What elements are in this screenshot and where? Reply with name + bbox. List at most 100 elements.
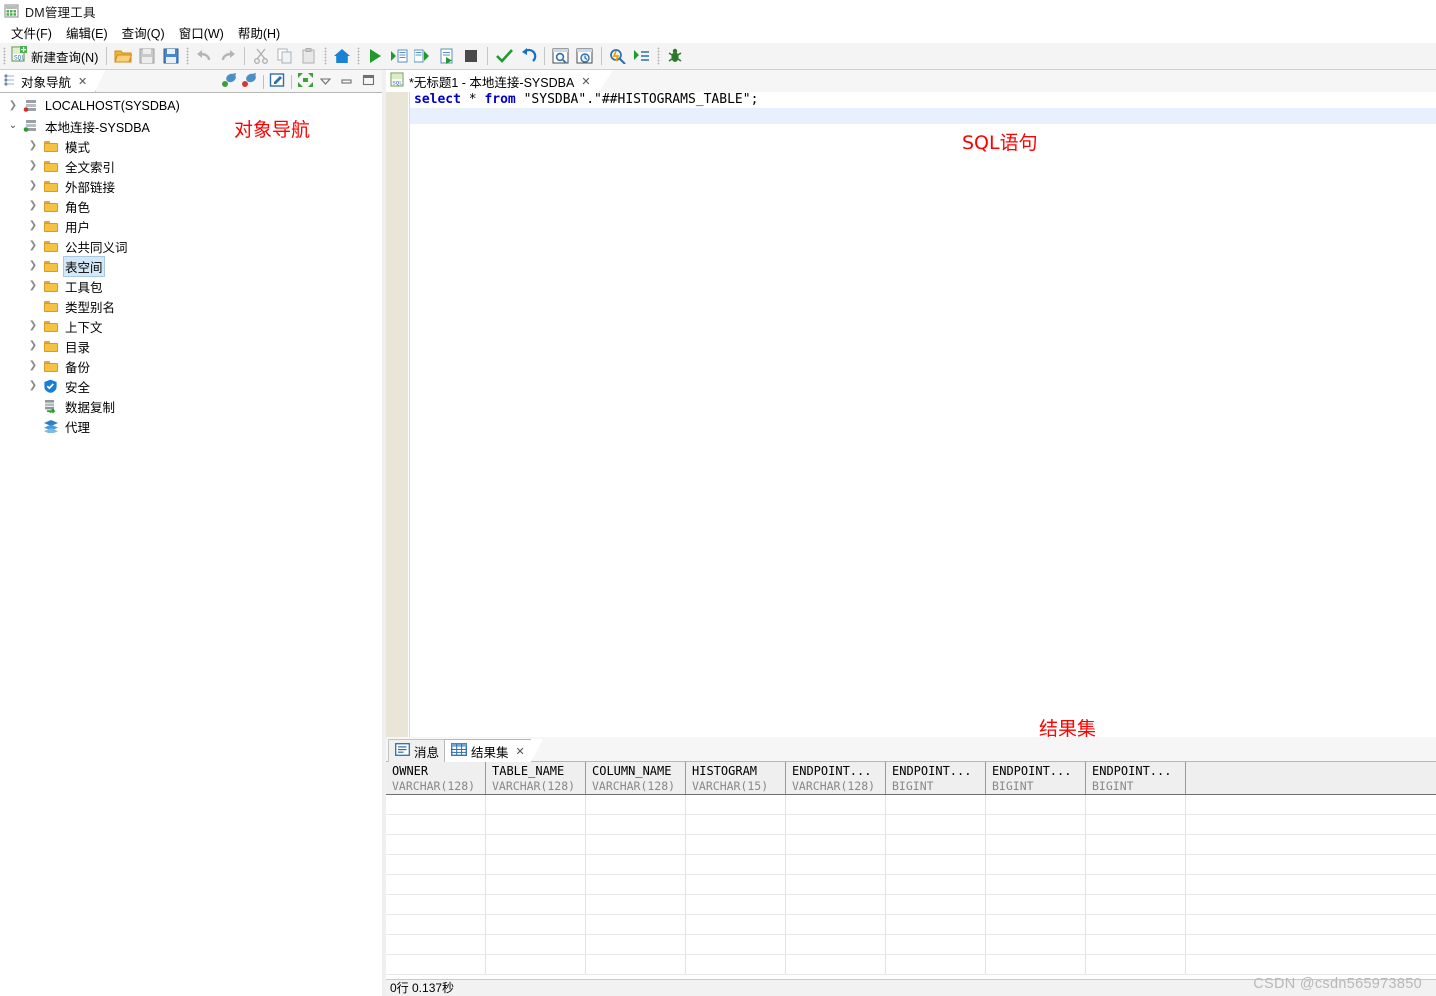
sql-editor[interactable]: select * from "SYSDBA"."##HISTOGRAMS_TAB…: [386, 92, 1436, 822]
table-cell[interactable]: [386, 915, 486, 934]
table-cell[interactable]: [586, 895, 686, 914]
table-cell[interactable]: [986, 855, 1086, 874]
table-cell[interactable]: [386, 955, 486, 974]
tree-node-users[interactable]: ❯ 用户: [0, 216, 382, 236]
debug-icon[interactable]: [663, 45, 687, 68]
table-cell[interactable]: [386, 795, 486, 814]
chevron-right-icon[interactable]: ❯: [24, 181, 42, 191]
table-cell[interactable]: [1086, 915, 1186, 934]
table-cell[interactable]: [486, 815, 586, 834]
table-cell[interactable]: [1086, 935, 1186, 954]
table-row[interactable]: [386, 815, 1436, 835]
editor-line-1[interactable]: select * from "SYSDBA"."##HISTOGRAMS_TAB…: [410, 92, 1436, 108]
table-cell[interactable]: [486, 895, 586, 914]
execute-script-icon[interactable]: [411, 45, 435, 68]
table-row[interactable]: [386, 955, 1436, 975]
table-cell[interactable]: [686, 895, 786, 914]
table-cell[interactable]: [586, 935, 686, 954]
table-cell[interactable]: [486, 955, 586, 974]
editor-line-2-current[interactable]: [410, 108, 1436, 124]
tree-node-agent[interactable]: 代理: [0, 416, 382, 436]
close-icon[interactable]: ✕: [78, 75, 87, 88]
tab-object-navigator[interactable]: 对象导航 ✕: [0, 70, 106, 92]
table-row[interactable]: [386, 915, 1436, 935]
table-cell[interactable]: [386, 855, 486, 874]
table-cell[interactable]: [686, 935, 786, 954]
tab-result-set[interactable]: 结果集 ✕: [444, 739, 543, 762]
column-header-endpoint-2[interactable]: ENDPOINT... BIGINT: [886, 762, 986, 794]
execute-step-icon[interactable]: [387, 45, 411, 68]
result-grid-body[interactable]: [386, 795, 1436, 975]
column-header-histogram[interactable]: HISTOGRAM VARCHAR(15): [686, 762, 786, 794]
table-cell[interactable]: [486, 795, 586, 814]
tab-messages[interactable]: 消息: [388, 739, 447, 762]
table-cell[interactable]: [586, 915, 686, 934]
table-row[interactable]: [386, 855, 1436, 875]
editor-text-content[interactable]: select * from "SYSDBA"."##HISTOGRAMS_TAB…: [410, 92, 1436, 124]
chevron-right-icon[interactable]: ❯: [24, 361, 42, 371]
rollback-icon[interactable]: [516, 45, 540, 68]
chevron-right-icon[interactable]: ❯: [24, 261, 42, 271]
new-connection-icon[interactable]: [221, 72, 238, 91]
save-as-icon[interactable]: [159, 45, 183, 68]
table-cell[interactable]: [486, 875, 586, 894]
table-cell[interactable]: [386, 815, 486, 834]
edit-icon[interactable]: [269, 72, 286, 91]
table-cell[interactable]: [986, 835, 1086, 854]
plan-history-icon[interactable]: [573, 45, 597, 68]
table-cell[interactable]: [986, 895, 1086, 914]
table-cell[interactable]: [486, 915, 586, 934]
chevron-down-icon[interactable]: ⌄: [4, 121, 22, 131]
chevron-right-icon[interactable]: ❯: [24, 201, 42, 211]
table-cell[interactable]: [586, 875, 686, 894]
table-cell[interactable]: [986, 935, 1086, 954]
table-cell[interactable]: [786, 895, 886, 914]
menu-edit[interactable]: 编辑(E): [59, 21, 115, 44]
close-icon[interactable]: ✕: [581, 75, 590, 88]
commit-icon[interactable]: [492, 45, 516, 68]
tree-node-local-connection[interactable]: ⌄ 本地连接-SYSDBA: [0, 116, 382, 136]
table-cell[interactable]: [1086, 855, 1186, 874]
table-cell[interactable]: [986, 815, 1086, 834]
table-cell[interactable]: [586, 855, 686, 874]
table-cell[interactable]: [1086, 895, 1186, 914]
table-cell[interactable]: [886, 875, 986, 894]
table-cell[interactable]: [786, 875, 886, 894]
table-cell[interactable]: [686, 855, 786, 874]
column-header-owner[interactable]: OWNER VARCHAR(128): [386, 762, 486, 794]
menu-query[interactable]: 查询(Q): [115, 21, 172, 44]
object-tree[interactable]: ❯ LOCALHOST(SYSDBA) ⌄ 本地连接-SYSDBA ❯ 模式 ❯…: [0, 93, 382, 996]
menu-help[interactable]: 帮助(H): [231, 21, 287, 44]
chevron-right-icon[interactable]: ❯: [24, 281, 42, 291]
tree-node-packages[interactable]: ❯ 工具包: [0, 276, 382, 296]
column-header-endpoint-3[interactable]: ENDPOINT... BIGINT: [986, 762, 1086, 794]
collapse-all-icon[interactable]: [297, 72, 314, 91]
table-cell[interactable]: [886, 835, 986, 854]
table-row[interactable]: [386, 935, 1436, 955]
table-cell[interactable]: [686, 875, 786, 894]
table-cell[interactable]: [586, 795, 686, 814]
tree-node-localhost[interactable]: ❯ LOCALHOST(SYSDBA): [0, 96, 382, 116]
table-cell[interactable]: [886, 955, 986, 974]
execute-file-icon[interactable]: [435, 45, 459, 68]
column-header-endpoint-4[interactable]: ENDPOINT... BIGINT: [1086, 762, 1186, 794]
table-cell[interactable]: [986, 875, 1086, 894]
table-cell[interactable]: [886, 935, 986, 954]
table-cell[interactable]: [386, 835, 486, 854]
table-cell[interactable]: [686, 915, 786, 934]
table-cell[interactable]: [386, 935, 486, 954]
table-cell[interactable]: [586, 815, 686, 834]
chevron-right-icon[interactable]: ❯: [24, 161, 42, 171]
table-cell[interactable]: [386, 875, 486, 894]
explain-plan-icon[interactable]: [549, 45, 573, 68]
view-menu-icon[interactable]: [317, 75, 334, 89]
table-cell[interactable]: [486, 935, 586, 954]
table-cell[interactable]: [1086, 835, 1186, 854]
table-row[interactable]: [386, 895, 1436, 915]
table-cell[interactable]: [1086, 955, 1186, 974]
close-icon[interactable]: ✕: [516, 745, 525, 758]
table-cell[interactable]: [686, 795, 786, 814]
table-cell[interactable]: [686, 835, 786, 854]
tree-node-fulltext-index[interactable]: ❯ 全文索引: [0, 156, 382, 176]
home-icon[interactable]: [330, 45, 354, 68]
